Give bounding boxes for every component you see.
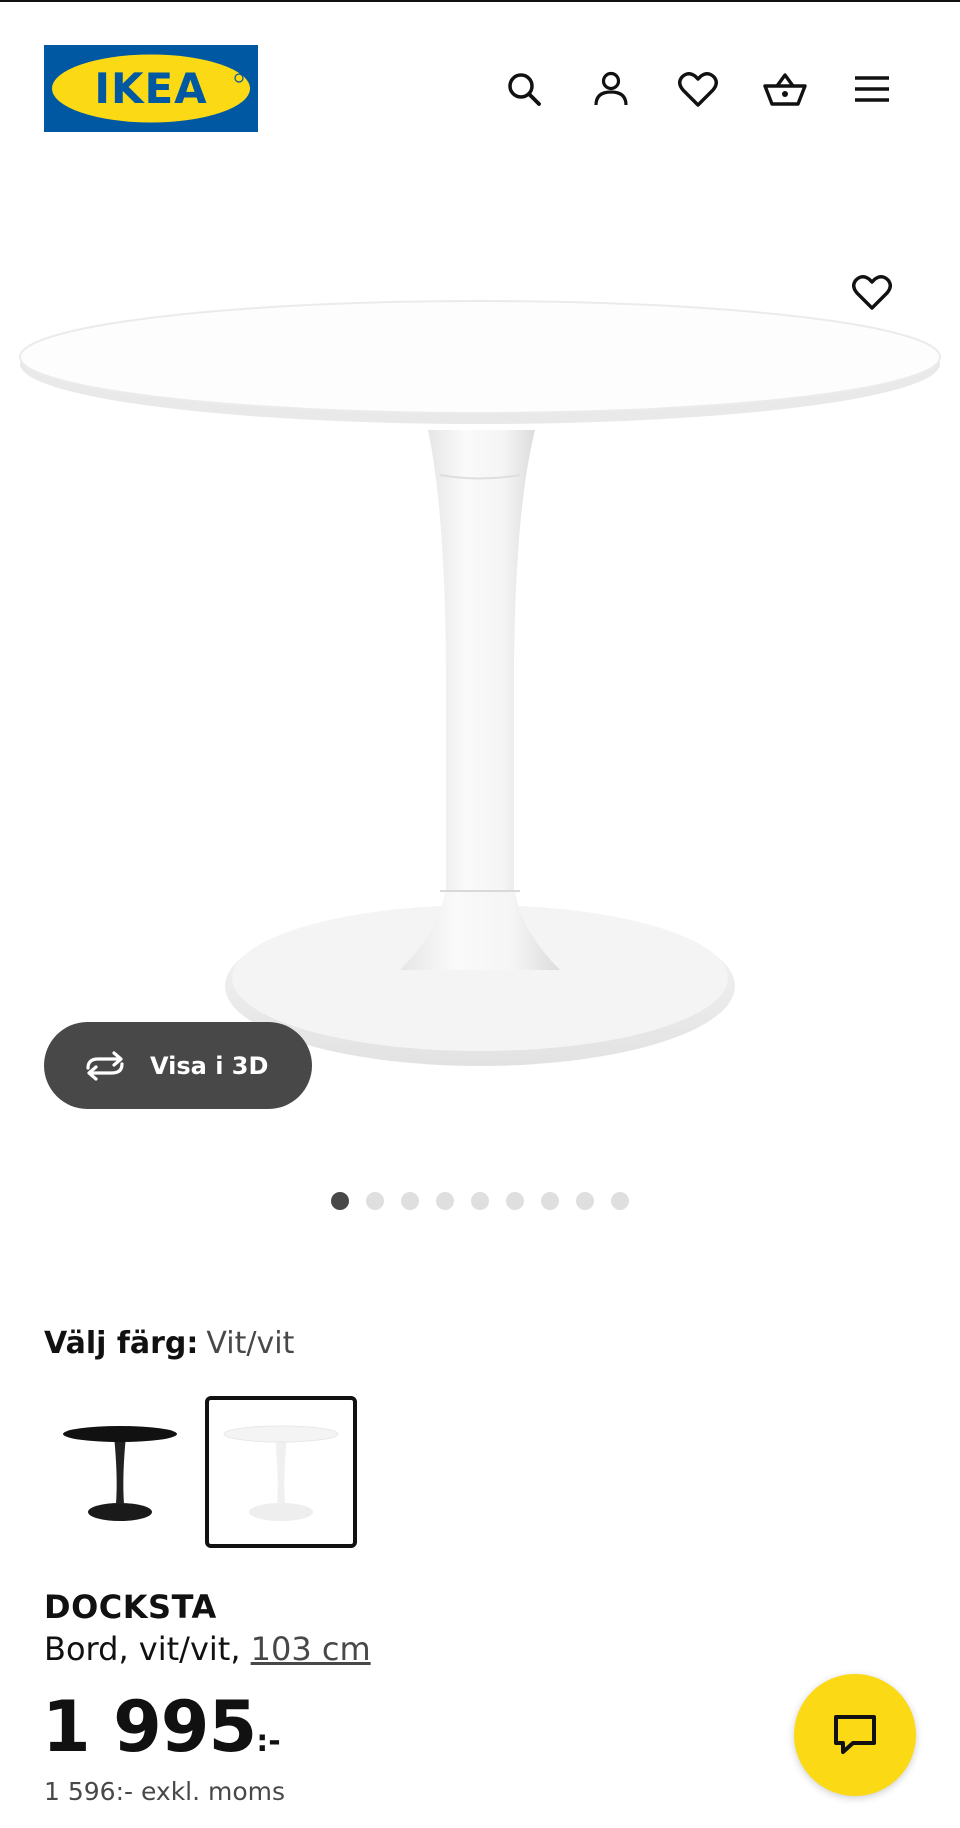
menu-button[interactable]	[846, 63, 898, 115]
logo-text: IKEA	[94, 64, 207, 113]
color-selector-title: Välj färg: Vit/vit	[44, 1326, 294, 1361]
product-image[interactable]	[0, 250, 960, 1100]
price: 1 995:-	[42, 1686, 281, 1768]
basket-icon	[763, 73, 807, 106]
pagination-dot[interactable]	[506, 1192, 524, 1210]
pagination-dot[interactable]	[541, 1192, 559, 1210]
white-table-thumbnail	[223, 1425, 339, 1521]
pagination-dot[interactable]	[576, 1192, 594, 1210]
pagination-dot[interactable]	[401, 1192, 419, 1210]
wishlist-button[interactable]	[672, 63, 724, 115]
price-excl-vat: 1 596:- exkl. moms	[44, 1777, 286, 1806]
chat-icon	[834, 1715, 876, 1754]
product-description: Bord, vit/vit, 103 cm	[44, 1630, 371, 1668]
pagination-dot[interactable]	[611, 1192, 629, 1210]
chat-button[interactable]	[794, 1674, 916, 1796]
pagination-dot[interactable]	[366, 1192, 384, 1210]
rotate-3d-icon	[86, 1050, 124, 1081]
color-option-white[interactable]	[205, 1396, 357, 1548]
color-label: Välj färg:	[44, 1326, 199, 1361]
price-suffix: :-	[256, 1724, 281, 1759]
menu-icon	[855, 76, 889, 102]
image-pagination	[0, 1192, 960, 1210]
product-type: Bord, vit/vit,	[44, 1630, 251, 1668]
heart-icon	[678, 72, 718, 107]
pagination-dot[interactable]	[471, 1192, 489, 1210]
search-button[interactable]	[498, 63, 550, 115]
product-name: DOCKSTA	[44, 1588, 217, 1626]
pagination-dot[interactable]	[436, 1192, 454, 1210]
color-option-black[interactable]	[44, 1396, 196, 1548]
view-3d-label: Visa i 3D	[150, 1051, 269, 1080]
pagination-dot[interactable]	[331, 1192, 349, 1210]
user-icon	[594, 71, 628, 106]
black-table-thumbnail	[63, 1426, 177, 1521]
price-amount: 1 995	[42, 1686, 257, 1768]
ikea-logo[interactable]: IKEA	[44, 45, 258, 132]
selected-color: Vit/vit	[206, 1326, 295, 1361]
search-icon	[508, 73, 541, 106]
top-border	[0, 0, 960, 2]
account-button[interactable]	[585, 63, 637, 115]
basket-button[interactable]	[759, 63, 811, 115]
size-link[interactable]: 103 cm	[251, 1630, 371, 1668]
heart-icon	[852, 275, 892, 310]
favorite-product-button[interactable]	[846, 266, 898, 318]
view-3d-button[interactable]: Visa i 3D	[44, 1022, 312, 1109]
